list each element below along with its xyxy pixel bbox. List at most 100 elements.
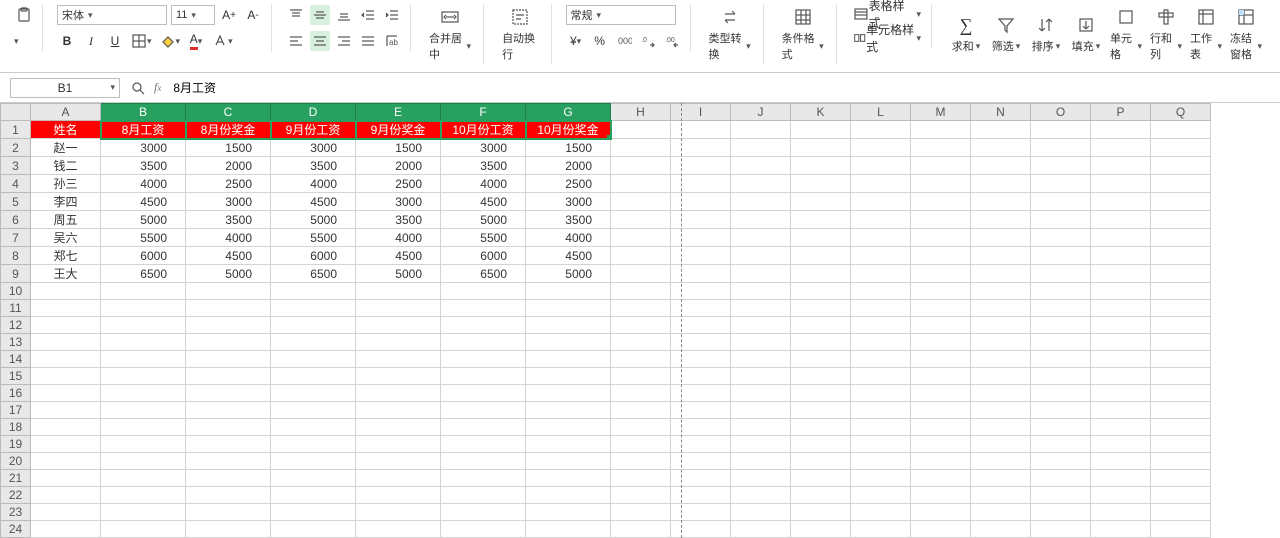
cell-K14[interactable] bbox=[791, 351, 851, 368]
cell-F7[interactable]: 5500 bbox=[441, 229, 526, 247]
cell-H12[interactable] bbox=[611, 317, 671, 334]
cell-E5[interactable]: 3000 bbox=[356, 193, 441, 211]
cell-F3[interactable]: 3500 bbox=[441, 157, 526, 175]
cell-G9[interactable]: 5000 bbox=[526, 265, 611, 283]
row-header-14[interactable]: 14 bbox=[1, 351, 31, 368]
cell-D14[interactable] bbox=[271, 351, 356, 368]
cell-G16[interactable] bbox=[526, 385, 611, 402]
cell-E24[interactable] bbox=[356, 521, 441, 538]
cell-D1[interactable]: 9月份工资 bbox=[271, 121, 356, 139]
cell-I2[interactable] bbox=[671, 139, 731, 157]
cell-I1[interactable] bbox=[671, 121, 731, 139]
row-header-12[interactable]: 12 bbox=[1, 317, 31, 334]
cell-D10[interactable] bbox=[271, 283, 356, 300]
cell-D2[interactable]: 3000 bbox=[271, 139, 356, 157]
cell-B18[interactable] bbox=[101, 419, 186, 436]
cell-B1[interactable]: 8月工资 bbox=[101, 121, 186, 139]
row-header-15[interactable]: 15 bbox=[1, 368, 31, 385]
cell-K13[interactable] bbox=[791, 334, 851, 351]
cell-I8[interactable] bbox=[671, 247, 731, 265]
cell-F5[interactable]: 4500 bbox=[441, 193, 526, 211]
cell-G1[interactable]: 10月份奖金 bbox=[526, 121, 611, 139]
col-header-J[interactable]: J bbox=[731, 104, 791, 121]
cell-P15[interactable] bbox=[1091, 368, 1151, 385]
cell-C2[interactable]: 1500 bbox=[186, 139, 271, 157]
cell-F10[interactable] bbox=[441, 283, 526, 300]
cell-B13[interactable] bbox=[101, 334, 186, 351]
cell-M21[interactable] bbox=[911, 470, 971, 487]
cell-K7[interactable] bbox=[791, 229, 851, 247]
cell-C8[interactable]: 4500 bbox=[186, 247, 271, 265]
cell-M12[interactable] bbox=[911, 317, 971, 334]
cell-G23[interactable] bbox=[526, 504, 611, 521]
cell-B19[interactable] bbox=[101, 436, 186, 453]
cell-O9[interactable] bbox=[1031, 265, 1091, 283]
cell-E13[interactable] bbox=[356, 334, 441, 351]
increase-decimal-button[interactable]: .0 bbox=[638, 31, 658, 51]
paste-button[interactable] bbox=[14, 5, 34, 25]
cell-D16[interactable] bbox=[271, 385, 356, 402]
fill-button[interactable]: 填充▾ bbox=[1066, 4, 1106, 64]
cell-K22[interactable] bbox=[791, 487, 851, 504]
cell-F18[interactable] bbox=[441, 419, 526, 436]
cell-Q24[interactable] bbox=[1151, 521, 1211, 538]
cell-E2[interactable]: 1500 bbox=[356, 139, 441, 157]
cell-J6[interactable] bbox=[731, 211, 791, 229]
cell-A17[interactable] bbox=[31, 402, 101, 419]
cell-B17[interactable] bbox=[101, 402, 186, 419]
cell-C3[interactable]: 2000 bbox=[186, 157, 271, 175]
cell-F15[interactable] bbox=[441, 368, 526, 385]
cell-O18[interactable] bbox=[1031, 419, 1091, 436]
cell-E16[interactable] bbox=[356, 385, 441, 402]
cell-K19[interactable] bbox=[791, 436, 851, 453]
cell-L2[interactable] bbox=[851, 139, 911, 157]
cell-N6[interactable] bbox=[971, 211, 1031, 229]
cell-F14[interactable] bbox=[441, 351, 526, 368]
cell-K15[interactable] bbox=[791, 368, 851, 385]
cell-I12[interactable] bbox=[671, 317, 731, 334]
align-middle-button[interactable] bbox=[310, 5, 330, 25]
cell-H6[interactable] bbox=[611, 211, 671, 229]
sum-button[interactable]: ∑求和▾ bbox=[946, 4, 986, 64]
cell-K11[interactable] bbox=[791, 300, 851, 317]
cell-I5[interactable] bbox=[671, 193, 731, 211]
cell-G12[interactable] bbox=[526, 317, 611, 334]
cell-Q4[interactable] bbox=[1151, 175, 1211, 193]
cell-F23[interactable] bbox=[441, 504, 526, 521]
cell-L23[interactable] bbox=[851, 504, 911, 521]
row-header-20[interactable]: 20 bbox=[1, 453, 31, 470]
cell-F6[interactable]: 5000 bbox=[441, 211, 526, 229]
cell-G8[interactable]: 4500 bbox=[526, 247, 611, 265]
cell-H7[interactable] bbox=[611, 229, 671, 247]
row-header-18[interactable]: 18 bbox=[1, 419, 31, 436]
col-header-B[interactable]: B bbox=[101, 104, 186, 121]
cell-E14[interactable] bbox=[356, 351, 441, 368]
cell-M8[interactable] bbox=[911, 247, 971, 265]
italic-button[interactable]: I bbox=[81, 31, 101, 51]
cell-E21[interactable] bbox=[356, 470, 441, 487]
cell-F8[interactable]: 6000 bbox=[441, 247, 526, 265]
cell-D3[interactable]: 3500 bbox=[271, 157, 356, 175]
cell-B2[interactable]: 3000 bbox=[101, 139, 186, 157]
cell-Q21[interactable] bbox=[1151, 470, 1211, 487]
underline-button[interactable]: U bbox=[105, 31, 125, 51]
cell-C11[interactable] bbox=[186, 300, 271, 317]
cell-L9[interactable] bbox=[851, 265, 911, 283]
cell-N15[interactable] bbox=[971, 368, 1031, 385]
cell-M3[interactable] bbox=[911, 157, 971, 175]
cell-K23[interactable] bbox=[791, 504, 851, 521]
row-header-23[interactable]: 23 bbox=[1, 504, 31, 521]
cell-I24[interactable] bbox=[671, 521, 731, 538]
cell-D24[interactable] bbox=[271, 521, 356, 538]
cell-N17[interactable] bbox=[971, 402, 1031, 419]
cell-O14[interactable] bbox=[1031, 351, 1091, 368]
cell-J16[interactable] bbox=[731, 385, 791, 402]
cell-I7[interactable] bbox=[671, 229, 731, 247]
cell-N18[interactable] bbox=[971, 419, 1031, 436]
cell-Q6[interactable] bbox=[1151, 211, 1211, 229]
cell-G17[interactable] bbox=[526, 402, 611, 419]
cell-P14[interactable] bbox=[1091, 351, 1151, 368]
cell-O20[interactable] bbox=[1031, 453, 1091, 470]
cell-O15[interactable] bbox=[1031, 368, 1091, 385]
row-header-1[interactable]: 1 bbox=[1, 121, 31, 139]
